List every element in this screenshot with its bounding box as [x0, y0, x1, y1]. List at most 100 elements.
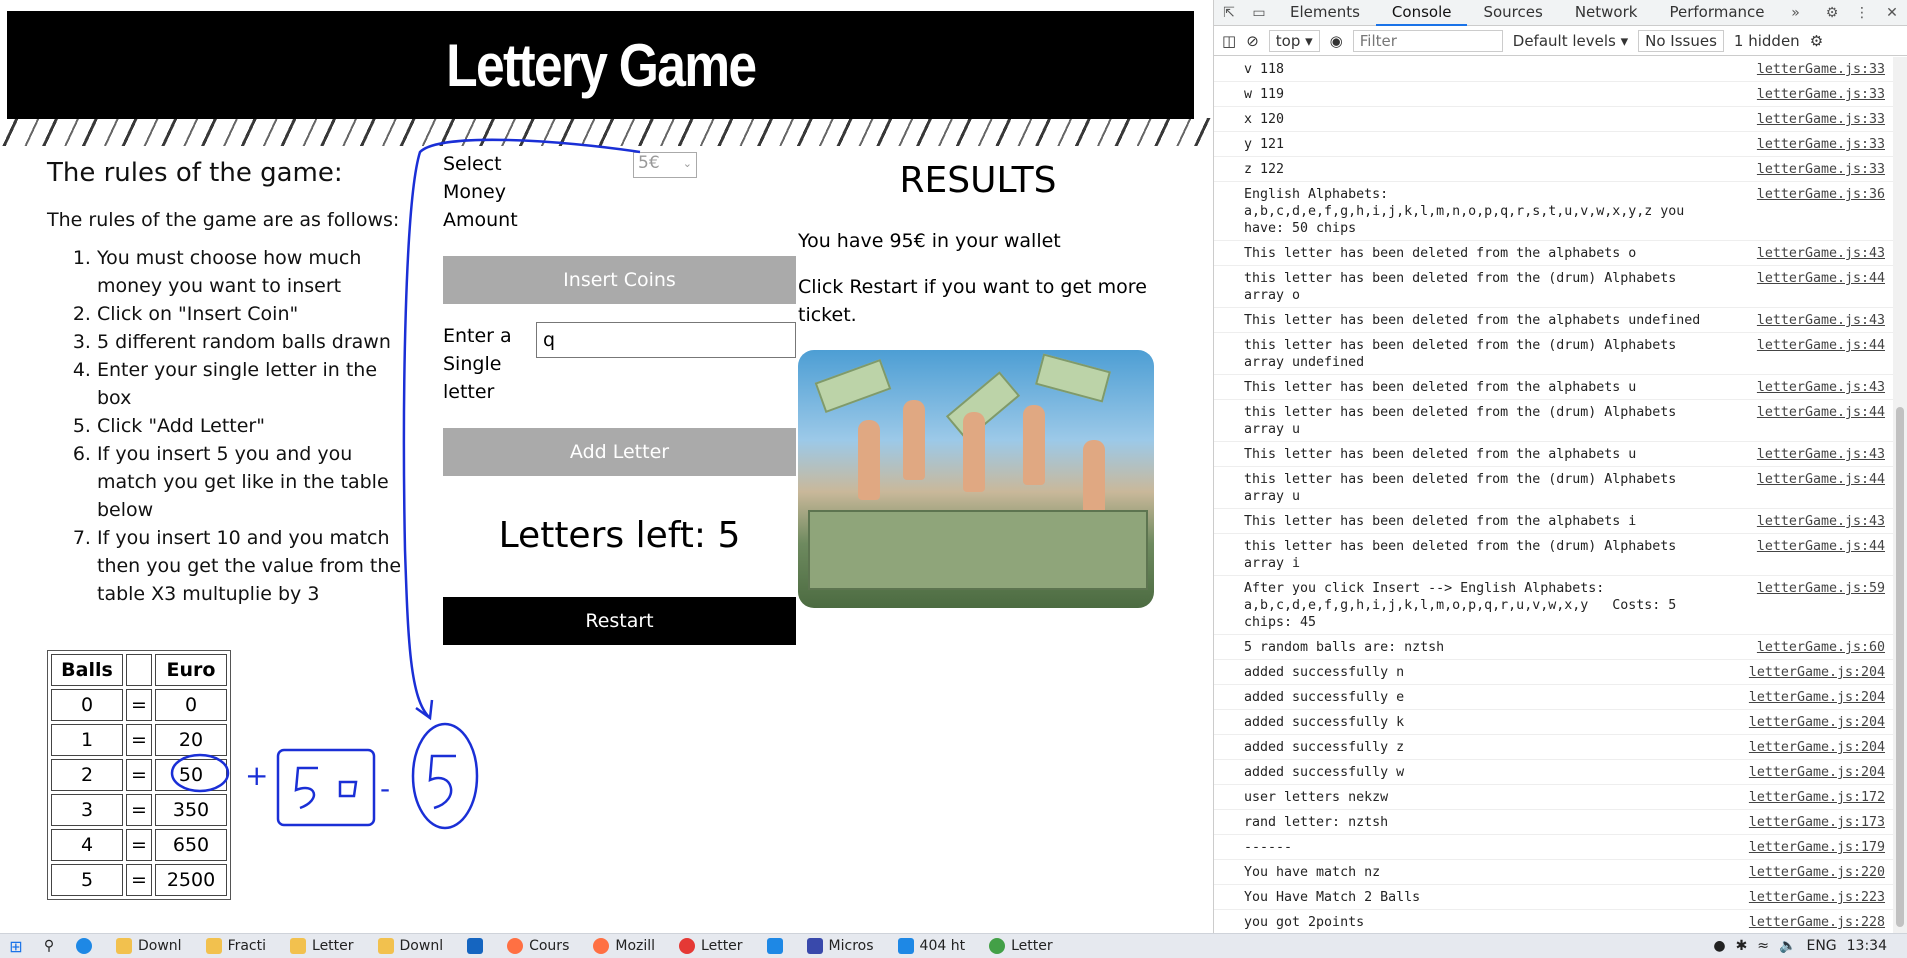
console-source-link[interactable]: letterGame.js:33	[1757, 111, 1885, 128]
money-select-label: Select Money Amount	[443, 153, 518, 231]
search-icon[interactable]: ⚲	[32, 938, 66, 954]
console-source-link[interactable]: letterGame.js:204	[1749, 714, 1885, 731]
console-source-link[interactable]: letterGame.js:43	[1757, 312, 1885, 329]
console-source-link[interactable]: letterGame.js:33	[1757, 136, 1885, 153]
inspect-icon[interactable]: ⇱	[1214, 5, 1244, 21]
clock[interactable]: 13:34	[1847, 938, 1887, 954]
console-source-link[interactable]: letterGame.js:204	[1749, 764, 1885, 781]
tab-network[interactable]: Network	[1559, 0, 1654, 26]
gear-icon[interactable]: ⚙	[1817, 5, 1847, 21]
scrollbar-thumb[interactable]	[1896, 407, 1904, 927]
taskbar-app[interactable]: Letter	[280, 934, 368, 958]
taskbar-app-vscode[interactable]	[757, 934, 797, 958]
console-source-link[interactable]: letterGame.js:228	[1749, 914, 1885, 931]
taskbar-app[interactable]: Downl	[368, 934, 458, 958]
issues-button[interactable]: No Issues	[1638, 29, 1724, 52]
console-log-entry: This letter has been deleted from the al…	[1214, 442, 1893, 467]
insert-coins-button[interactable]: Insert Coins	[443, 256, 796, 304]
console-source-link[interactable]: letterGame.js:44	[1757, 270, 1885, 287]
console-log-entry: z 122 letterGame.js:33	[1214, 157, 1893, 182]
taskbar-app[interactable]: Letter	[669, 934, 757, 958]
taskbar-app[interactable]: Cours	[497, 934, 583, 958]
console-source-link[interactable]: letterGame.js:44	[1757, 337, 1885, 354]
console-source-link[interactable]: letterGame.js:173	[1749, 814, 1885, 831]
console-source-link[interactable]: letterGame.js:59	[1757, 580, 1885, 597]
eye-icon[interactable]: ◉	[1330, 32, 1343, 50]
more-tabs-icon[interactable]: »	[1781, 5, 1811, 21]
console-source-link[interactable]: letterGame.js:36	[1757, 186, 1885, 203]
console-source-link[interactable]: letterGame.js:44	[1757, 471, 1885, 488]
hand-shape	[903, 400, 925, 480]
table-cell: 5	[51, 864, 123, 896]
console-source-link[interactable]: letterGame.js:43	[1757, 446, 1885, 463]
console-source-link[interactable]: letterGame.js:220	[1749, 864, 1885, 881]
wifi-icon[interactable]: ≈	[1757, 938, 1769, 954]
sidebar-toggle-icon[interactable]: ◫	[1222, 32, 1236, 50]
taskbar-app-label: Fracti	[227, 938, 267, 954]
console-source-link[interactable]: letterGame.js:179	[1749, 839, 1885, 856]
context-select[interactable]: top ▾	[1268, 29, 1320, 52]
device-toggle-icon[interactable]: ▭	[1244, 5, 1274, 21]
kebab-menu-icon[interactable]: ⋮	[1847, 5, 1877, 21]
close-icon[interactable]: ✕	[1877, 5, 1907, 21]
language-indicator[interactable]: ENG	[1806, 938, 1836, 954]
console-source-link[interactable]: letterGame.js:204	[1749, 689, 1885, 706]
taskbar-app-mail[interactable]	[457, 934, 497, 958]
console-source-link[interactable]: letterGame.js:204	[1749, 664, 1885, 681]
tab-console[interactable]: Console	[1375, 0, 1468, 26]
console-log-message: this letter has been deleted from the (d…	[1244, 338, 1677, 370]
restart-hint: Click Restart if you want to get more ti…	[798, 276, 1147, 326]
system-tray: ● ✱ ≈ 🔈 ENG 13:34	[1713, 938, 1907, 954]
table-cell: =	[126, 794, 152, 826]
tray-icon[interactable]: ●	[1713, 938, 1725, 954]
taskbar-app[interactable]: Mozill	[583, 934, 669, 958]
tab-elements[interactable]: Elements	[1274, 0, 1376, 26]
taskbar-app[interactable]: 404 ht	[888, 934, 980, 958]
taskbar-app[interactable]: Letter	[979, 934, 1067, 958]
clear-console-icon[interactable]: ⊘	[1246, 32, 1259, 50]
console-source-link[interactable]: letterGame.js:43	[1757, 379, 1885, 396]
console-log-entry: English Alphabets: a,b,c,d,e,f,g,h,i,j,k…	[1214, 182, 1893, 241]
letter-input[interactable]: q	[536, 322, 796, 358]
money-amount-select[interactable]: 5€ ⌄	[633, 152, 697, 178]
taskbar-app[interactable]: Micros	[797, 934, 888, 958]
vscode-icon	[766, 938, 783, 954]
table-row: 2 = 50	[51, 759, 227, 791]
volume-icon[interactable]: 🔈	[1779, 938, 1796, 954]
console-filter-input[interactable]: Filter	[1352, 29, 1503, 52]
hand-shape	[963, 412, 985, 492]
taskbar-app-label: Letter	[701, 938, 743, 954]
console-log-message: you got 2points	[1244, 915, 1365, 930]
table-cell: 50	[155, 759, 227, 791]
console-source-link[interactable]: letterGame.js:60	[1757, 639, 1885, 656]
bluetooth-icon[interactable]: ✱	[1736, 938, 1748, 954]
add-letter-button[interactable]: Add Letter	[443, 428, 796, 476]
console-source-link[interactable]: letterGame.js:172	[1749, 789, 1885, 806]
taskbar-app[interactable]: Fracti	[196, 934, 280, 958]
console-source-link[interactable]: letterGame.js:33	[1757, 61, 1885, 78]
log-levels-select[interactable]: Default levels ▾	[1513, 32, 1628, 50]
console-source-link[interactable]: letterGame.js:44	[1757, 538, 1885, 555]
tab-performance[interactable]: Performance	[1653, 0, 1780, 26]
taskbar-app-edge[interactable]	[66, 934, 106, 958]
console-source-link[interactable]: letterGame.js:44	[1757, 404, 1885, 421]
console-settings-icon[interactable]: ⚙	[1810, 32, 1823, 50]
windows-start-icon[interactable]: ⊞	[0, 937, 32, 956]
mail-icon	[467, 938, 484, 954]
taskbar-app-label: Downl	[138, 938, 182, 954]
console-source-link[interactable]: letterGame.js:33	[1757, 86, 1885, 103]
console-log-entry: x 120 letterGame.js:33	[1214, 107, 1893, 132]
windows-taskbar: ⊞ ⚲ Downl Fracti Letter Downl Cours Mozi…	[0, 933, 1907, 958]
rule-item: You must choose how much money you want …	[97, 244, 407, 300]
console-source-link[interactable]: letterGame.js:43	[1757, 513, 1885, 530]
console-source-link[interactable]: letterGame.js:33	[1757, 161, 1885, 178]
restart-button[interactable]: Restart	[443, 597, 796, 645]
console-log-message: v 118	[1244, 62, 1285, 77]
console-scrollbar[interactable]	[1893, 57, 1907, 933]
console-source-link[interactable]: letterGame.js:43	[1757, 245, 1885, 262]
console-source-link[interactable]: letterGame.js:204	[1749, 739, 1885, 756]
console-log-message: z 122	[1244, 162, 1285, 177]
taskbar-app[interactable]: Downl	[106, 934, 196, 958]
tab-sources[interactable]: Sources	[1467, 0, 1558, 26]
console-source-link[interactable]: letterGame.js:223	[1749, 889, 1885, 906]
